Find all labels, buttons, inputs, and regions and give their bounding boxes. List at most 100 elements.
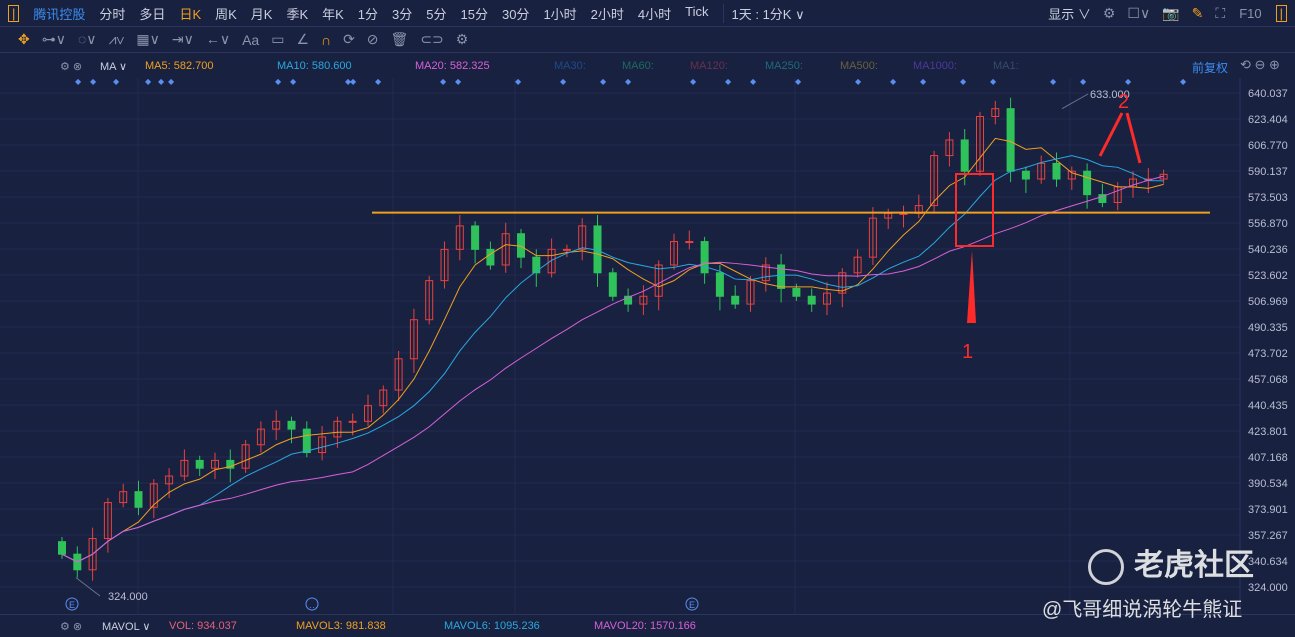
candlestick-chart[interactable]: 640.037 623.404 606.770 590.137 573.503 556.8… [0, 78, 1295, 614]
event-marker: ◆ [375, 78, 382, 86]
event-icon-label: E [69, 600, 75, 610]
candle-up [685, 241, 694, 244]
arrow-tool-icon[interactable]: ←∨ [206, 31, 230, 48]
y-tick-label: 440.435 [1248, 400, 1288, 412]
event-marker: ◆ [1180, 78, 1187, 86]
event-marker: ◆ [515, 78, 522, 86]
pencil-icon[interactable]: ✎ [1192, 5, 1204, 22]
period-tab[interactable]: 1分 [358, 4, 378, 23]
event-marker: ◆ [690, 78, 697, 86]
annotation-label-1: 1 [962, 341, 973, 363]
period-tab[interactable]: 日K [179, 4, 201, 23]
period-tab[interactable]: 5分 [426, 4, 446, 23]
event-marker: ◆ [890, 78, 897, 86]
camera-icon[interactable]: 📷 [1162, 5, 1179, 22]
ma-settings-icon[interactable]: ⚙ ⊗ [60, 60, 82, 73]
ma5-label: MA5: 582.700 [145, 60, 214, 72]
ma-type-select[interactable]: MA ∨ [100, 60, 127, 73]
event-marker: ◆ [1125, 78, 1132, 86]
candle-down [792, 287, 801, 297]
event-marker: ◆ [168, 78, 175, 86]
ma1-label: MA1: [993, 60, 1019, 72]
fullscreen-icon[interactable]: ⛶ [1215, 5, 1225, 22]
compare-icon[interactable]: ⊂⊃ [420, 31, 443, 48]
period-tab[interactable]: 月K [251, 4, 273, 23]
zoom-controls-icon[interactable]: ⟲ ⊖ ⊕ [1240, 57, 1280, 73]
period-tab[interactable]: 4小时 [638, 4, 671, 23]
y-tick-label: 556.870 [1248, 218, 1288, 230]
period-tab[interactable]: Tick [685, 4, 708, 23]
draw-settings-icon[interactable]: ⚙ [456, 31, 469, 48]
adjust-select[interactable]: 前复权 [1192, 59, 1228, 76]
candle-down [134, 491, 143, 508]
ma60-label: MA60: [622, 60, 654, 72]
candle-down [807, 295, 816, 305]
period-tab[interactable]: 周K [215, 4, 237, 23]
shape-tool-icon[interactable]: ◌∨ [78, 31, 97, 48]
event-marker: ◆ [795, 78, 802, 86]
event-marker: ◆ [990, 78, 997, 86]
y-tick-label: 640.037 [1248, 88, 1288, 100]
period-tab[interactable]: 3分 [392, 4, 412, 23]
vol-settings-icon[interactable]: ⚙ ⊗ [60, 620, 82, 633]
event-marker: ◆ [750, 78, 757, 86]
hide-icon[interactable]: ⊘ [367, 31, 379, 48]
y-tick-label: 523.602 [1248, 270, 1288, 282]
settings-icon[interactable]: ⚙ [1103, 5, 1116, 22]
period-tab[interactable]: 季K [286, 4, 308, 23]
ma10-line [61, 155, 1164, 563]
annotation-arrow-1 [967, 250, 976, 323]
y-tick-label: 390.534 [1248, 478, 1288, 490]
event-marker: ◆ [855, 78, 862, 86]
event-marker: ◆ [275, 78, 282, 86]
pattern-tool-icon[interactable]: ⩘∨ [109, 31, 125, 48]
angle-tool-icon[interactable]: ∠ [296, 31, 309, 48]
text-tool-icon[interactable]: Aa [242, 32, 259, 48]
event-marker: ◆ [600, 78, 607, 86]
magnet-icon[interactable]: ∩ [321, 32, 331, 48]
layout-icon[interactable]: ☐∨ [1127, 5, 1150, 22]
period-tab[interactable]: 1小时 [543, 4, 576, 23]
ma500-label: MA500: [840, 60, 878, 72]
candle-down [700, 241, 709, 274]
y-tick-label: 623.404 [1248, 114, 1288, 126]
y-tick-label: 606.770 [1248, 140, 1288, 152]
trash-icon[interactable]: 🗑 [391, 31, 409, 48]
candle-down [1021, 170, 1030, 180]
event-marker: ◆ [920, 78, 927, 86]
panel-toggle-icon[interactable]: | [1275, 4, 1287, 22]
fib-tool-icon[interactable]: ▦∨ [136, 31, 159, 48]
period-tab[interactable]: 分时 [99, 4, 125, 23]
event-icon-label: … [309, 600, 318, 610]
candle-up [562, 248, 571, 251]
event-marker: ◆ [1080, 78, 1087, 86]
display-menu[interactable]: 显示 ∨ [1048, 4, 1091, 23]
candle-down [517, 233, 525, 258]
period-tab[interactable]: 30分 [502, 4, 529, 23]
event-marker: ◆ [290, 78, 297, 86]
candle-up [348, 420, 357, 423]
watermark-author: @飞哥细说涡轮牛熊证 [1042, 599, 1243, 621]
move-icon[interactable]: ✥ [18, 31, 30, 48]
period-tab[interactable]: 2小时 [591, 4, 624, 23]
vol-type-select[interactable]: MAVOL ∨ [102, 620, 150, 633]
comment-tool-icon[interactable]: ▭ [271, 31, 284, 48]
sidebar-toggle-icon[interactable]: | [8, 4, 20, 22]
range-select[interactable]: 1天 : 1分K ∨ [722, 3, 805, 23]
candle-down [302, 428, 311, 454]
ma120-label: MA120: [690, 60, 728, 72]
sync-icon[interactable]: ⟳ [343, 31, 355, 48]
period-tab[interactable]: 多日 [139, 4, 165, 23]
period-tab[interactable]: 年K [322, 4, 344, 23]
ma250-label: MA250: [765, 60, 803, 72]
event-marker: ◆ [350, 78, 357, 86]
event-marker: ◆ [1050, 78, 1057, 86]
measure-tool-icon[interactable]: ⇥∨ [172, 31, 194, 48]
period-tab[interactable]: 15分 [461, 4, 488, 23]
f10-button[interactable]: F10 [1239, 6, 1261, 21]
annotation-arrow-2 [1098, 112, 1142, 164]
mavol6-label: MAVOL6: 1095.236 [444, 620, 540, 632]
line-tool-icon[interactable]: ⊶∨ [42, 31, 66, 48]
stock-name[interactable]: 腾讯控股 [33, 4, 85, 23]
ma20-label: MA20: 582.325 [415, 60, 490, 72]
